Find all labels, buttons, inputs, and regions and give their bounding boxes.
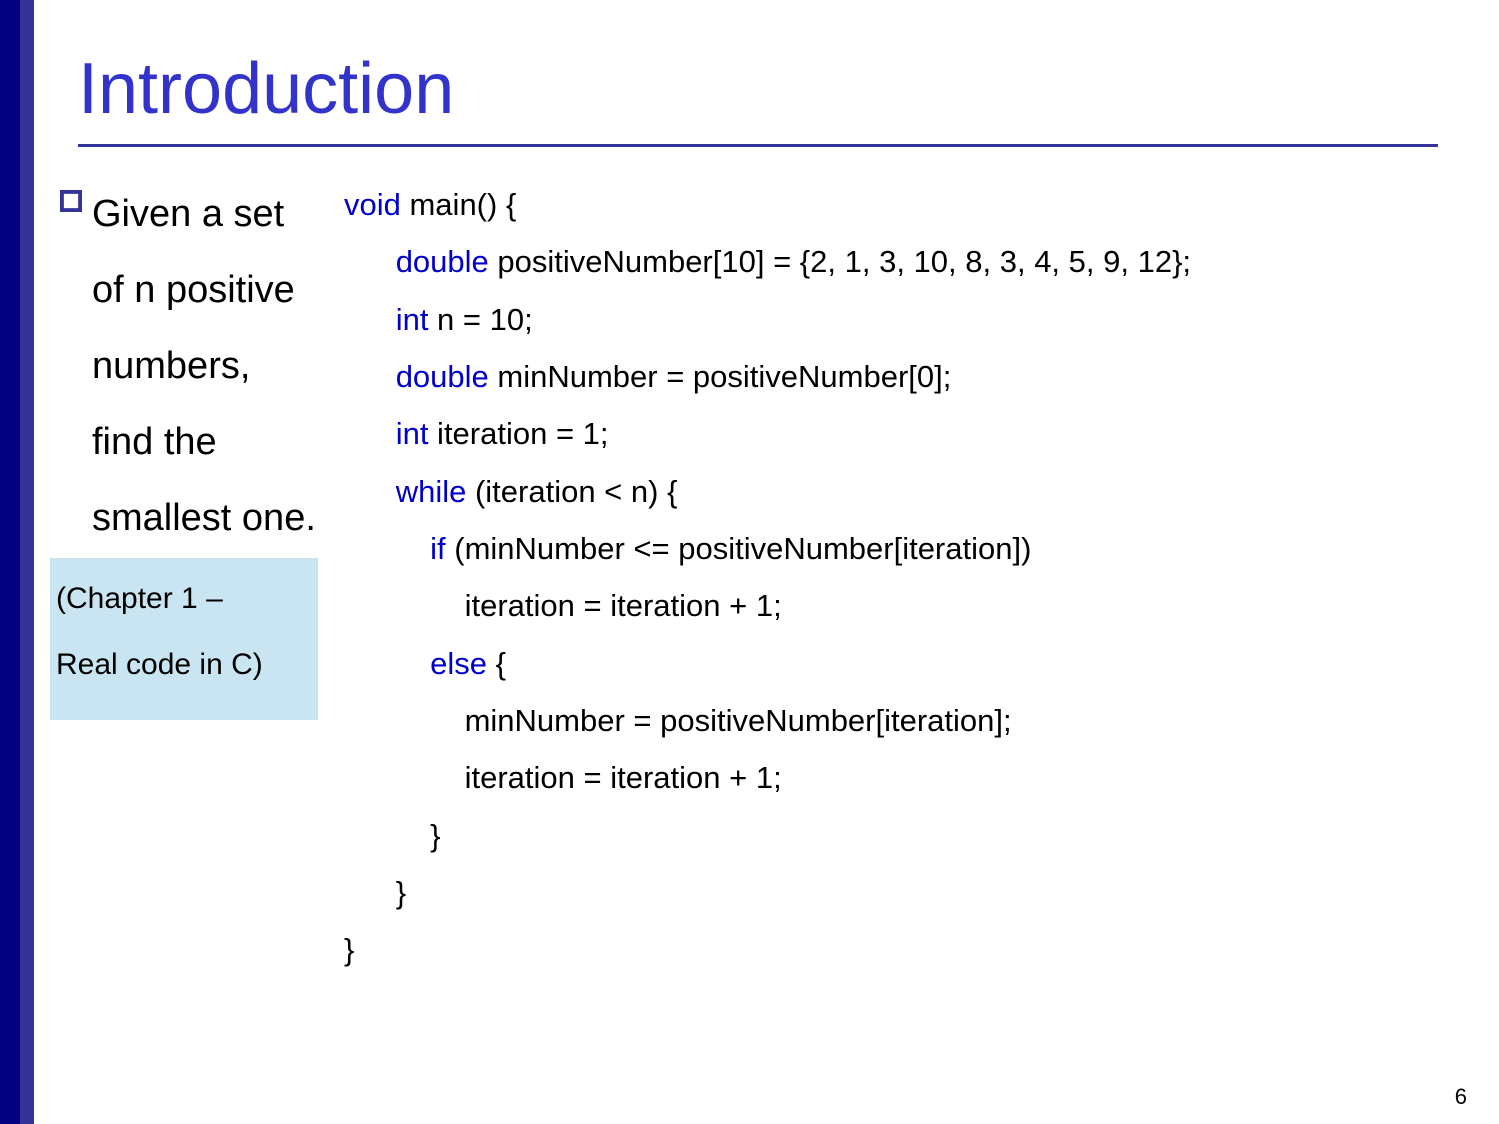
code-kw: int <box>396 302 429 337</box>
code-kw: while <box>396 474 467 509</box>
code-kw: if <box>430 531 446 566</box>
bullet-square-icon <box>60 190 82 212</box>
chapter-note-box: (Chapter 1 – Real code in C) <box>50 558 318 720</box>
bullet-text: Given a set of n positive numbers, find … <box>92 176 316 556</box>
code-kw: double <box>396 244 489 279</box>
page-number: 6 <box>1455 1084 1467 1110</box>
content-area: Given a set of n positive numbers, find … <box>60 176 1459 979</box>
title-underline <box>78 144 1438 147</box>
code-text: iteration = iteration + 1; <box>465 588 782 623</box>
code-text: main() { <box>401 187 516 222</box>
code-text: (minNumber <= positiveNumber[iteration]) <box>446 531 1032 566</box>
code-text: minNumber = positiveNumber[iteration]; <box>465 703 1012 738</box>
code-text: iteration = iteration + 1; <box>465 760 782 795</box>
code-kw: else <box>430 646 487 681</box>
code-kw: double <box>396 359 489 394</box>
code-text: } <box>344 932 354 967</box>
code-kw: int <box>396 416 429 451</box>
slide-title: Introduction <box>78 48 454 130</box>
code-block: void main() { double positiveNumber[10] … <box>316 176 1459 979</box>
accent-strip-outer <box>0 0 20 1124</box>
code-text: iteration = 1; <box>428 416 608 451</box>
chapter-line-2: Real code in C) <box>56 632 312 698</box>
code-text: } <box>396 875 406 910</box>
chapter-line-1: (Chapter 1 – <box>56 566 312 632</box>
accent-strip-inner <box>20 0 34 1124</box>
code-text: } <box>430 818 440 853</box>
code-kw: void <box>344 187 401 222</box>
code-text: (iteration < n) { <box>466 474 677 509</box>
code-text: { <box>487 646 506 681</box>
code-text: n = 10; <box>428 302 532 337</box>
bullet-item: Given a set of n positive numbers, find … <box>60 176 316 556</box>
left-column: Given a set of n positive numbers, find … <box>60 176 316 720</box>
slide: Introduction Given a set of n positive n… <box>0 0 1499 1124</box>
code-text: minNumber = positiveNumber[0]; <box>489 359 952 394</box>
code-text: positiveNumber[10] = {2, 1, 3, 10, 8, 3,… <box>489 244 1191 279</box>
